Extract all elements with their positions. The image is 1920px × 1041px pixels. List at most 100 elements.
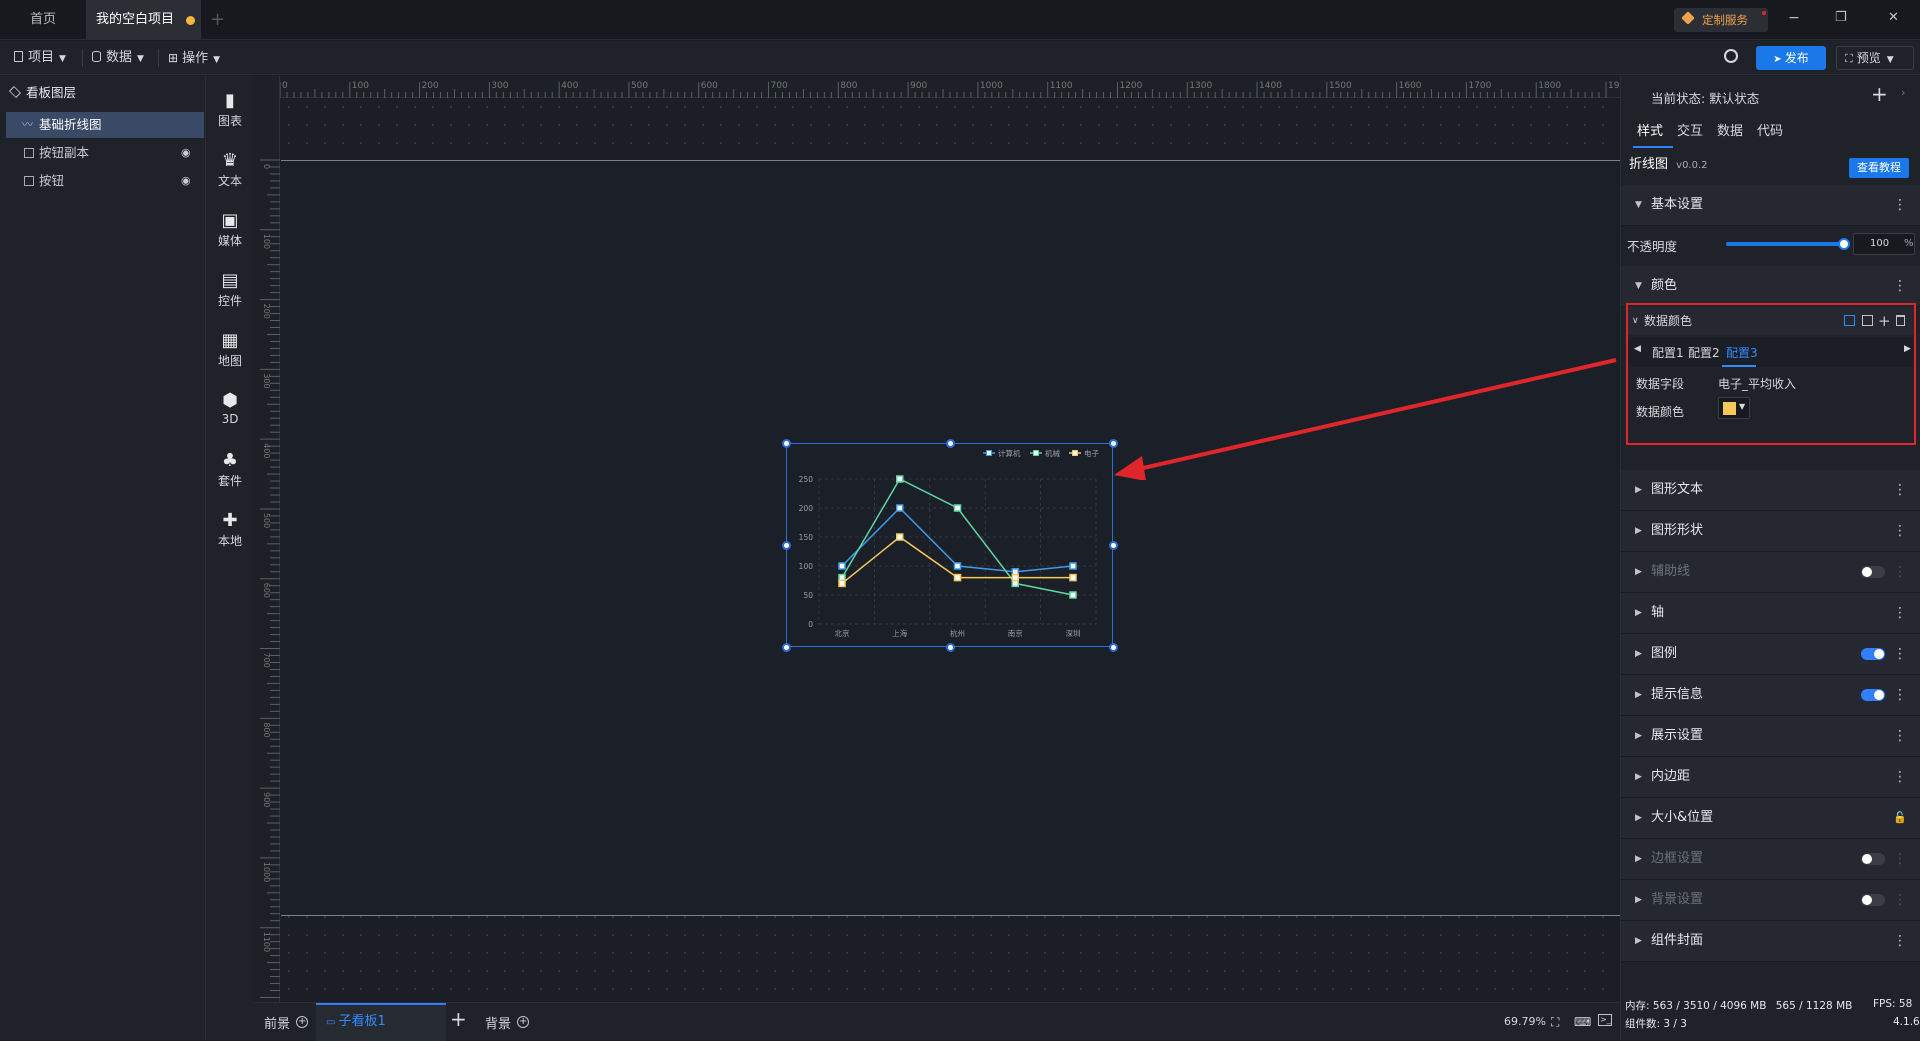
resize-handle[interactable]: [945, 439, 955, 448]
section-item[interactable]: ▶ 图例 ⋮: [1621, 634, 1920, 675]
search-icon[interactable]: [1724, 49, 1738, 63]
table-icon[interactable]: [1844, 315, 1855, 326]
more-icon[interactable]: ⋮: [1893, 552, 1907, 592]
resize-handle[interactable]: [782, 541, 791, 550]
resize-handle[interactable]: [782, 643, 791, 652]
section-item[interactable]: ▶ 大小&位置 🔓: [1621, 798, 1920, 839]
section-toggle[interactable]: [1861, 648, 1885, 660]
library-3d[interactable]: ⬢ 3D: [206, 382, 254, 438]
data-point[interactable]: [1069, 573, 1077, 582]
field-value[interactable]: 电子_平均收入: [1718, 375, 1796, 392]
config-tab-1[interactable]: 配置1: [1652, 344, 1684, 361]
keyboard-icon[interactable]: ⌨: [1574, 1015, 1591, 1029]
resize-handle[interactable]: [1109, 541, 1118, 550]
menu-operations[interactable]: ⊞ 操作 ▼: [168, 41, 220, 75]
layer-item-button[interactable]: 按钮 ◉: [6, 168, 204, 194]
more-icon[interactable]: ⋮: [1893, 716, 1907, 756]
more-icon[interactable]: ⋮: [1893, 593, 1907, 633]
section-item[interactable]: ▶ 图形形状 ⋮: [1621, 511, 1920, 552]
config-tab-2[interactable]: 配置2: [1688, 344, 1720, 361]
foreground-tab[interactable]: 前景 +: [264, 1013, 309, 1032]
more-icon[interactable]: ⋮: [1893, 185, 1907, 225]
data-point[interactable]: [1011, 573, 1019, 582]
terminal-icon[interactable]: >_: [1598, 1014, 1612, 1026]
tab-data[interactable]: 数据: [1717, 120, 1743, 139]
more-icon[interactable]: ⋮: [1893, 470, 1907, 510]
section-item[interactable]: ▶ 图形文本 ⋮: [1621, 470, 1920, 511]
tab-interaction[interactable]: 交互: [1677, 120, 1703, 139]
plus-circle-icon[interactable]: +: [296, 1016, 309, 1028]
add-icon[interactable]: +: [1878, 307, 1891, 335]
caret-right-icon[interactable]: ▶: [1904, 344, 1911, 354]
more-icon[interactable]: ⋮: [1893, 675, 1907, 715]
resize-handle[interactable]: [945, 643, 955, 652]
data-point[interactable]: [953, 573, 962, 582]
data-point[interactable]: [953, 504, 962, 512]
data-point[interactable]: [838, 579, 846, 588]
more-icon[interactable]: ⋮: [1893, 839, 1907, 879]
tutorial-button[interactable]: 查看教程: [1849, 158, 1909, 178]
tab-style[interactable]: 样式: [1637, 120, 1663, 139]
tab-project[interactable]: 我的空白项目: [86, 0, 201, 40]
opacity-input[interactable]: 100 %: [1853, 233, 1915, 255]
minimize-button[interactable]: −: [1788, 10, 1800, 26]
section-toggle[interactable]: [1861, 689, 1885, 701]
library-kits[interactable]: ♣ 套件: [206, 442, 254, 498]
layer-item-line-chart[interactable]: 〰 基础折线图: [6, 112, 204, 138]
publish-button[interactable]: ➤ 发布: [1756, 46, 1826, 70]
section-item[interactable]: ▶ 轴 ⋮: [1621, 593, 1920, 634]
data-point[interactable]: [896, 504, 904, 512]
data-point[interactable]: [953, 562, 962, 570]
opacity-slider[interactable]: [1726, 238, 1850, 250]
zoom-level[interactable]: 69.79%: [1504, 1015, 1546, 1028]
menu-data[interactable]: 数据 ▼: [92, 41, 144, 75]
sub-board-tab[interactable]: ▭ 子看板1: [316, 1003, 446, 1041]
plus-circle-icon[interactable]: +: [517, 1016, 530, 1028]
resize-handle[interactable]: [1109, 643, 1118, 652]
close-button[interactable]: ✕: [1888, 10, 1899, 25]
more-icon[interactable]: ⋮: [1893, 634, 1907, 674]
custom-service-button[interactable]: 定制服务: [1674, 8, 1768, 32]
fit-screen-icon[interactable]: ⛶: [1551, 1015, 1559, 1030]
section-toggle[interactable]: [1861, 566, 1885, 578]
data-point[interactable]: [896, 475, 904, 483]
section-item[interactable]: ▶ 边框设置 ⋮: [1621, 839, 1920, 880]
data-point[interactable]: [838, 562, 846, 570]
caret-left-icon[interactable]: ◀: [1634, 344, 1641, 354]
restore-button[interactable]: ❐: [1835, 10, 1847, 25]
section-toggle[interactable]: [1861, 894, 1885, 906]
library-text[interactable]: ♛ 文本: [206, 142, 254, 198]
section-basic[interactable]: ▼ 基本设置 ⋮: [1621, 185, 1920, 226]
preview-button[interactable]: ⛶ 预览 ▼: [1836, 46, 1914, 70]
menu-project[interactable]: 项目 ▼: [14, 41, 66, 75]
add-state-button[interactable]: +: [1871, 82, 1888, 106]
more-icon[interactable]: ⋮: [1893, 880, 1907, 920]
lock-icon[interactable]: 🔓: [1893, 798, 1907, 838]
opacity-slider-thumb[interactable]: [1838, 238, 1850, 250]
section-item[interactable]: ▶ 组件封面 ⋮: [1621, 921, 1920, 962]
tab-code[interactable]: 代码: [1757, 120, 1783, 139]
resize-handle[interactable]: [782, 439, 791, 448]
section-item[interactable]: ▶ 提示信息 ⋮: [1621, 675, 1920, 716]
section-item[interactable]: ▶ 辅助线 ⋮: [1621, 552, 1920, 593]
library-media[interactable]: ▣ 媒体: [206, 202, 254, 258]
section-item[interactable]: ▶ 展示设置 ⋮: [1621, 716, 1920, 757]
eye-hidden-icon[interactable]: ◉: [181, 168, 191, 194]
more-icon[interactable]: ⋮: [1893, 921, 1907, 961]
data-point[interactable]: [896, 533, 904, 541]
more-icon[interactable]: ⋮: [1893, 266, 1907, 306]
add-tab-button[interactable]: +: [210, 0, 230, 40]
library-controls[interactable]: ▤ 控件: [206, 262, 254, 318]
background-tab[interactable]: 背景 +: [485, 1013, 530, 1032]
data-color-header[interactable]: ∨ 数据颜色 +: [1628, 307, 1914, 335]
section-toggle[interactable]: [1861, 853, 1885, 865]
section-item[interactable]: ▶ 内边距 ⋮: [1621, 757, 1920, 798]
chevron-right-icon[interactable]: ›: [1901, 86, 1905, 99]
eye-hidden-icon[interactable]: ◉: [181, 140, 191, 166]
library-local[interactable]: ✚ 本地: [206, 502, 254, 558]
more-icon[interactable]: ⋮: [1893, 757, 1907, 797]
library-charts[interactable]: ▮ 图表: [206, 82, 254, 138]
add-board-button[interactable]: +: [450, 1007, 467, 1031]
section-color[interactable]: ▼ 颜色 ⋮: [1621, 266, 1920, 307]
trash-icon[interactable]: [1896, 315, 1905, 326]
